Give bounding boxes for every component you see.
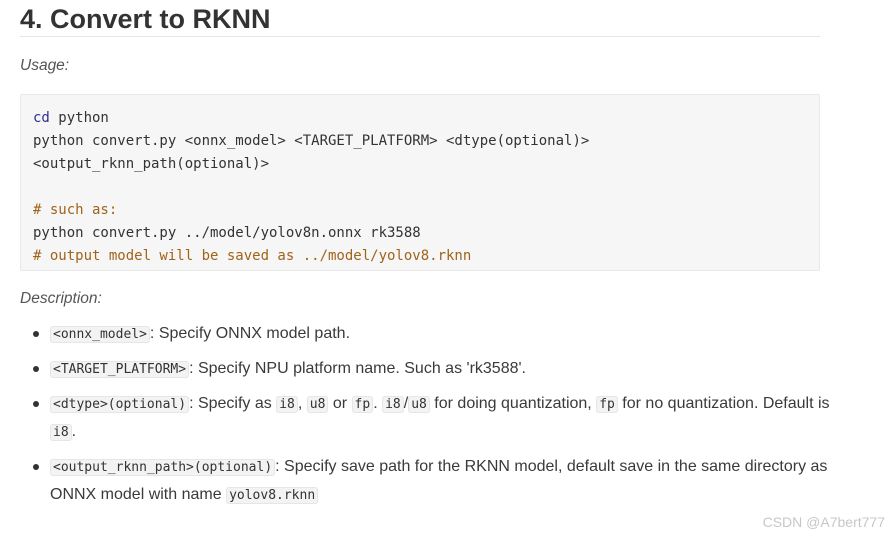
code-comment-1: # such as: — [33, 202, 118, 218]
item-text: , — [297, 395, 307, 412]
list-item-dtype: <dtype>(optional): Specify as i8, u8 or … — [33, 390, 850, 446]
watermark: CSDN @A7bert777 — [762, 514, 885, 530]
inline-code: <dtype>(optional) — [50, 396, 190, 413]
item-text: . — [373, 395, 383, 412]
code-line-6: python convert.py ../model/yolov8n.onnx … — [33, 225, 421, 241]
inline-code: yolov8.rknn — [226, 487, 319, 504]
inline-code: <onnx_model> — [50, 326, 150, 343]
inline-code: i8 — [50, 424, 72, 441]
inline-code: i8 — [382, 396, 404, 413]
code-keyword-cd: cd — [33, 110, 50, 126]
code-line-2: python convert.py <onnx_model> <TARGET_P… — [33, 133, 590, 149]
inline-code: <TARGET_PLATFORM> — [50, 361, 190, 378]
code-line-1: cd python — [33, 110, 109, 126]
item-text: : Specify as — [189, 395, 277, 412]
item-text: for doing quantization, — [429, 395, 597, 412]
section-heading: 4. Convert to RKNN — [20, 0, 820, 37]
code-line-1-rest: python — [49, 110, 109, 126]
description-label: Description: — [20, 290, 102, 307]
description-list: <onnx_model>: Specify ONNX model path. <… — [20, 320, 850, 516]
item-text: : Specify ONNX model path. — [149, 325, 351, 342]
inline-code: i8 — [276, 396, 298, 413]
inline-code: u8 — [408, 396, 430, 413]
usage-label: Usage: — [20, 57, 70, 74]
item-text: : Specify NPU platform name. Such as 'rk… — [189, 360, 526, 377]
list-item-onnx-model: <onnx_model>: Specify ONNX model path. — [33, 320, 850, 348]
item-text: or — [328, 395, 352, 412]
inline-code: fp — [596, 396, 618, 413]
item-text: for no quantization. Default is — [617, 395, 830, 412]
list-item-output-path: <output_rknn_path>(optional): Specify sa… — [33, 453, 850, 509]
inline-code: <output_rknn_path>(optional) — [50, 459, 276, 476]
list-item-target-platform: <TARGET_PLATFORM>: Specify NPU platform … — [33, 355, 850, 383]
item-text: . — [71, 423, 77, 440]
code-block[interactable]: cd python python convert.py <onnx_model>… — [20, 94, 820, 271]
inline-code: u8 — [306, 396, 329, 413]
code-comment-2: # output model will be saved as ../model… — [33, 248, 472, 264]
article-content: 4. Convert to RKNN Usage: cd python pyth… — [20, 0, 830, 504]
inline-code: fp — [351, 396, 374, 413]
code-line-3: <output_rknn_path(optional)> — [33, 156, 270, 172]
